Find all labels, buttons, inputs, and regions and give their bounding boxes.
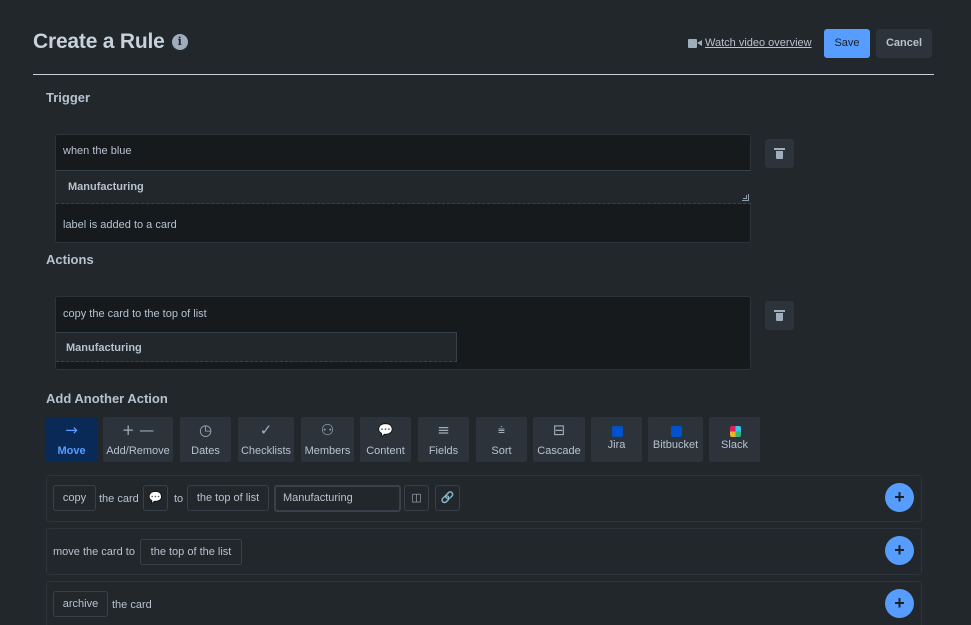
tab-bitbucket[interactable]: Bitbucket: [648, 417, 703, 462]
watch-video-link[interactable]: Watch video overview: [688, 37, 812, 49]
tab-content-label: Content: [366, 445, 405, 457]
video-camera-icon: [688, 38, 702, 48]
tab-cascade-label: Cascade: [537, 445, 581, 457]
action-list-select-value: Manufacturing: [66, 342, 142, 354]
sort-icon: ⩧: [497, 423, 505, 437]
action-row-archive: archive the card +: [46, 581, 922, 625]
tab-add-remove-label: Add/Remove: [106, 445, 170, 457]
trigger-box: when the blue Manufacturing label is add…: [55, 134, 751, 243]
action-row-copy: copy the card 💬 to the top of list Manuf…: [46, 475, 922, 522]
board-select-button[interactable]: ◫: [404, 485, 429, 511]
tab-move[interactable]: → Move: [46, 417, 97, 462]
add-action-button[interactable]: +: [885, 589, 914, 618]
comment-toggle[interactable]: 💬: [143, 485, 168, 511]
comment-icon: 💬: [378, 423, 393, 437]
info-icon[interactable]: i: [171, 34, 188, 50]
position-select[interactable]: the top of list: [187, 485, 269, 511]
save-button[interactable]: Save: [824, 29, 870, 58]
action-row-move: move the card to the top of the list +: [46, 528, 922, 575]
trigger-text-line1: when the blue: [63, 145, 132, 157]
tab-members[interactable]: ⚇ Members: [301, 417, 354, 462]
trigger-text-line2: label is added to a card: [63, 219, 177, 231]
tab-dates[interactable]: ◷ Dates: [180, 417, 231, 462]
tab-cascade[interactable]: ⊟ Cascade: [533, 417, 585, 462]
cascade-icon: ⊟: [552, 421, 566, 439]
tab-move-label: Move: [57, 445, 86, 457]
person-icon: ⚇: [320, 421, 335, 439]
fields-icon: ≡: [437, 421, 450, 439]
arrow-right-icon: →: [65, 421, 78, 439]
action-list-select[interactable]: Manufacturing: [56, 332, 457, 362]
link-icon: 🔗: [440, 492, 455, 504]
delete-action-button[interactable]: [765, 301, 794, 330]
tab-bitbucket-label: Bitbucket: [652, 439, 699, 451]
link-button[interactable]: 🔗: [435, 485, 460, 511]
trash-icon: [774, 310, 785, 321]
board-icon: ◫: [411, 492, 422, 504]
delete-trigger-button[interactable]: [765, 139, 794, 168]
header: Create a Rule i Watch video overview Sav…: [33, 28, 934, 74]
slack-icon: [729, 426, 741, 437]
tab-dates-label: Dates: [191, 445, 220, 457]
row-text: the card: [99, 493, 139, 505]
tab-checklists-label: Checklists: [240, 445, 292, 457]
archive-verb-select[interactable]: archive: [53, 591, 108, 617]
page-title-text: Create a Rule: [33, 30, 165, 53]
cancel-button[interactable]: Cancel: [876, 29, 932, 58]
tab-slack[interactable]: Slack: [709, 417, 760, 462]
comment-icon: 💬: [148, 492, 163, 504]
trigger-section-label: Trigger: [46, 90, 91, 105]
header-divider: [33, 74, 934, 75]
resize-handle-icon[interactable]: [742, 194, 749, 201]
actions-section-label: Actions: [46, 252, 94, 267]
tab-jira[interactable]: Jira: [591, 417, 642, 462]
actions-box: copy the card to the top of list Manufac…: [55, 296, 751, 370]
tab-members-label: Members: [304, 445, 351, 457]
trash-icon: [774, 148, 785, 159]
add-remove-icon: + —: [121, 421, 155, 439]
bitbucket-icon: [670, 426, 682, 437]
tab-fields-label: Fields: [428, 445, 459, 457]
clock-icon: ◷: [198, 421, 213, 439]
trigger-label-select[interactable]: Manufacturing: [56, 170, 751, 204]
add-action-button[interactable]: +: [885, 536, 914, 565]
tab-checklists[interactable]: ✓ Checklists: [238, 417, 294, 462]
tab-sort[interactable]: ⩧ Sort: [476, 417, 527, 462]
tab-add-remove[interactable]: + — Add/Remove: [103, 417, 173, 462]
copy-verb-select[interactable]: copy: [53, 485, 96, 511]
add-action-button[interactable]: +: [885, 483, 914, 512]
page-title: Create a Rule i: [33, 30, 188, 54]
tab-sort-label: Sort: [491, 445, 512, 457]
row-text: to: [174, 493, 184, 505]
tab-slack-label: Slack: [721, 439, 748, 451]
list-input[interactable]: Manufacturing: [274, 485, 401, 512]
action-text: copy the card to the top of list: [63, 308, 207, 320]
tab-jira-label: Jira: [607, 439, 626, 451]
row-text: move the card to: [53, 546, 135, 558]
position-select[interactable]: the top of the list: [140, 539, 242, 565]
add-action-section-label: Add Another Action: [46, 391, 168, 406]
tab-fields[interactable]: ≡ Fields: [418, 417, 469, 462]
row-text: the card: [112, 599, 152, 611]
tab-content[interactable]: 💬 Content: [360, 417, 411, 462]
checkmark-icon: ✓: [259, 421, 273, 439]
watch-video-label[interactable]: Watch video overview: [705, 37, 812, 49]
trigger-label-select-value: Manufacturing: [68, 181, 144, 193]
jira-icon: [611, 426, 623, 437]
